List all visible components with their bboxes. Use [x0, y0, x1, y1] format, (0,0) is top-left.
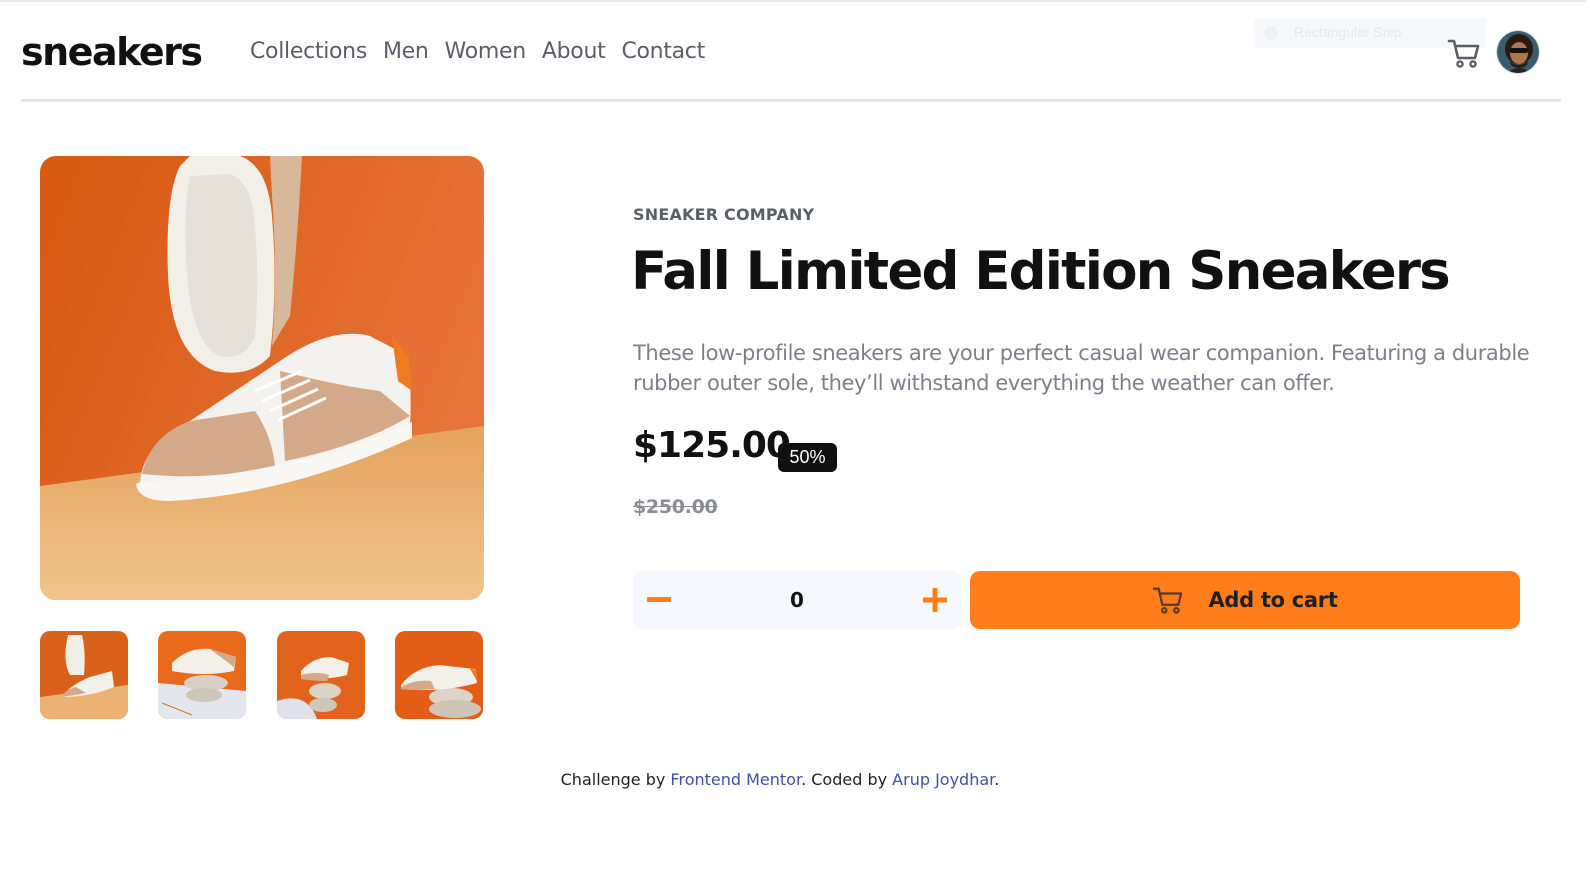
frontend-mentor-link[interactable]: Frontend Mentor: [670, 770, 801, 789]
current-price: $125.00: [633, 425, 791, 466]
avatar[interactable]: [1496, 30, 1540, 74]
company-name: SNEAKER COMPANY: [633, 205, 815, 224]
product-title: Fall Limited Edition Sneakers: [631, 241, 1451, 302]
snip-icon: [1264, 26, 1278, 40]
product-description: These low-profile sneakers are your perf…: [633, 341, 1530, 395]
add-to-cart-label: Add to cart: [1208, 588, 1338, 612]
thumbnail-2[interactable]: [158, 631, 246, 719]
nav-about[interactable]: About: [542, 38, 606, 66]
thumbnail-3[interactable]: [277, 631, 365, 719]
quantity-value: 0: [790, 588, 804, 612]
footer-middle: . Coded by: [801, 770, 893, 789]
main-nav: Collections Men Women About Contact: [250, 38, 705, 66]
product-main-image[interactable]: [40, 156, 484, 600]
discount-badge: 50%: [778, 443, 837, 472]
cart-icon: [1153, 587, 1183, 614]
nav-contact[interactable]: Contact: [621, 38, 705, 66]
site-header: sneakers Collections Men Women About Con…: [21, 2, 1561, 102]
cart-icon[interactable]: [1447, 37, 1481, 69]
plus-icon: [923, 588, 947, 612]
logo[interactable]: sneakers: [21, 30, 203, 74]
add-to-cart-button[interactable]: Add to cart: [970, 571, 1520, 629]
nav-women[interactable]: Women: [445, 38, 527, 66]
nav-men[interactable]: Men: [383, 38, 429, 66]
thumbnail-strip: [40, 631, 484, 719]
thumbnail-4[interactable]: [395, 631, 483, 719]
thumbnail-1[interactable]: [40, 631, 128, 719]
attribution-footer: Challenge by Frontend Mentor. Coded by A…: [0, 770, 1560, 789]
original-price: $250.00: [633, 496, 718, 518]
quantity-stepper: 0: [633, 571, 961, 629]
nav-collections[interactable]: Collections: [250, 38, 367, 66]
minus-icon: [647, 597, 671, 602]
snip-label: Rectangular Snip: [1294, 24, 1402, 40]
footer-suffix: .: [994, 770, 1000, 789]
increment-button[interactable]: [909, 571, 961, 629]
decrement-button[interactable]: [633, 571, 685, 629]
footer-prefix: Challenge by: [560, 770, 671, 789]
author-link[interactable]: Arup Joydhar: [892, 770, 994, 789]
